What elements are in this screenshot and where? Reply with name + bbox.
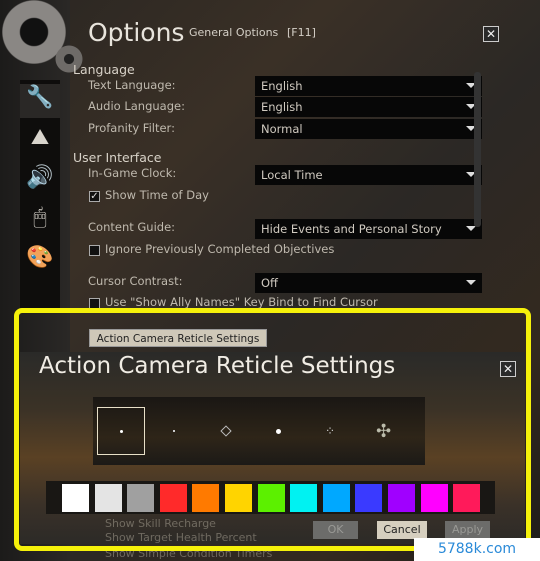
profanity-filter-dropdown[interactable]: Normal [255,119,482,139]
close-button[interactable]: ✕ [483,26,499,42]
ignore-objectives-label: Ignore Previously Completed Objectives [105,242,335,256]
dropdown-value: Off [261,276,278,290]
wrench-icon[interactable]: 🔧 [20,84,60,118]
window-subtitle: General Options [189,26,279,39]
watermark: 5788k.com [414,538,540,561]
chevron-down-icon [466,280,476,285]
cursor-contrast-dropdown[interactable]: Off [255,273,482,293]
content-guide-label: Content Guide: [88,220,176,234]
profanity-filter-label: Profanity Filter: [88,121,175,135]
ignore-objectives-checkbox[interactable] [89,245,100,256]
language-heading: Language [73,62,135,77]
dropdown-value: English [261,100,303,114]
cursor-contrast-label: Cursor Contrast: [88,274,183,288]
scrollbar[interactable] [474,72,481,227]
clock-dropdown[interactable]: Local Time [255,165,482,185]
speaker-icon[interactable]: 🔊 [26,164,54,192]
dropdown-value: Local Time [261,168,323,182]
show-time-checkbox[interactable]: ✓ [89,191,100,202]
audio-language-dropdown[interactable]: English [255,97,482,117]
content-guide-dropdown[interactable]: Hide Events and Personal Story [255,219,482,239]
palette-icon[interactable]: 🎨 [26,244,54,272]
hotkey-label: [F11] [287,26,316,39]
text-language-label: Text Language: [88,78,176,92]
mountains-icon[interactable]: ⛰ [26,124,54,152]
category-tabs: 🔧 ⛰ 🔊 🖱 🎨 [20,80,60,310]
window-title: Options [88,18,185,47]
audio-language-label: Audio Language: [88,99,185,113]
clock-label: In-Game Clock: [88,166,177,180]
dropdown-value: Normal [261,122,303,136]
ally-names-label: Use "Show Ally Names" Key Bind to Find C… [105,295,378,309]
text-language-dropdown[interactable]: English [255,76,482,96]
user-interface-heading: User Interface [73,150,162,165]
mouse-icon[interactable]: 🖱 [26,204,54,232]
dropdown-value: Hide Events and Personal Story [261,222,442,236]
show-time-label: Show Time of Day [105,188,209,202]
highlight-box [14,308,531,551]
dropdown-value: English [261,79,303,93]
chevron-down-icon [466,226,476,231]
